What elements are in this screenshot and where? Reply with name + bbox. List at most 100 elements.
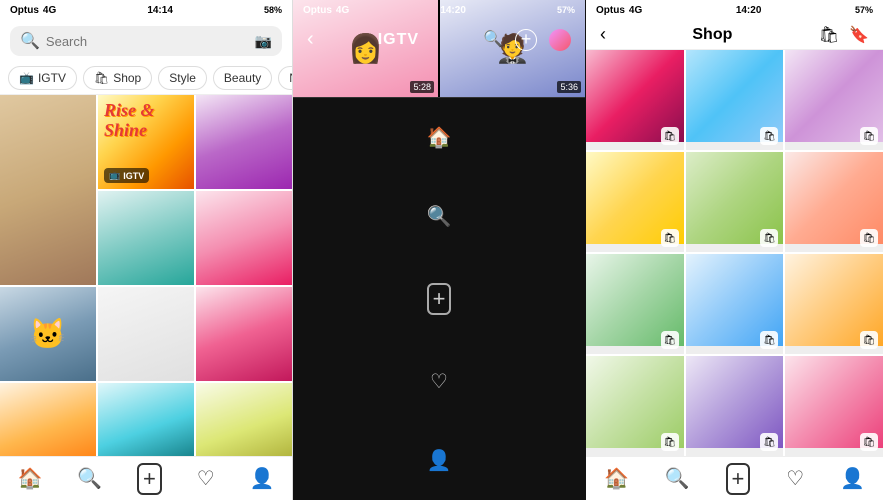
bottom-nav-2: 🏠 🔍 + ♡ 👤	[293, 97, 586, 500]
tab-style[interactable]: Style	[158, 66, 207, 90]
time-2: 14:20	[440, 5, 466, 16]
bag-icon-item: 🛍	[860, 127, 878, 145]
igtv-icon: 📺	[109, 170, 120, 181]
nav-search-2[interactable]: 🔍	[427, 204, 452, 229]
bottom-nav-1: 🏠 🔍 + ♡ 👤	[0, 456, 292, 500]
network-1: 4G	[43, 5, 56, 16]
shop-item[interactable]: 🛍	[686, 356, 784, 456]
nav-home-2[interactable]: 🏠	[427, 125, 452, 150]
shop-header: ‹ Shop 🛍 🔖	[586, 20, 883, 50]
grid-item[interactable]	[196, 95, 292, 189]
nav-profile-2[interactable]: 👤	[427, 448, 452, 473]
carrier-3: Optus	[596, 5, 625, 16]
bottom-nav-3: 🏠 🔍 + ♡ 👤	[586, 456, 883, 500]
shop-item[interactable]: 🛍	[785, 254, 883, 354]
tab-igtv[interactable]: 📺 IGTV	[8, 66, 77, 90]
igtv-badge: 📺 IGTV	[104, 168, 149, 183]
carrier-1: Optus	[10, 5, 39, 16]
search-input-wrap[interactable]: 🔍 📷	[10, 26, 282, 56]
nav-profile[interactable]: 👤	[250, 466, 275, 491]
shop-item[interactable]: 🛍	[586, 50, 684, 150]
grid-item[interactable]	[0, 95, 96, 285]
back-button-3[interactable]: ‹	[600, 24, 606, 45]
camera-icon[interactable]: 📷	[255, 33, 272, 50]
bag-icon-item: 🛍	[661, 229, 679, 247]
grid-item[interactable]	[98, 191, 194, 285]
shop-item[interactable]: 🛍	[686, 152, 784, 252]
shop-item[interactable]: 🛍	[785, 152, 883, 252]
bag-icon-item: 🛍	[860, 229, 878, 247]
phone1: Optus 4G 14:14 58% 🔍 📷 📺 IGTV 🛍 Shop Sty…	[0, 0, 293, 500]
bag-icon-item: 🛍	[760, 229, 778, 247]
bag-icon[interactable]: 🛍	[819, 25, 839, 45]
grid-item[interactable]	[196, 191, 292, 285]
bag-icon-item: 🛍	[860, 331, 878, 349]
nav-home[interactable]: 🏠	[17, 466, 42, 491]
status-bar-2: Optus 4G 14:20 57%	[293, 0, 585, 20]
search-input[interactable]	[46, 34, 249, 49]
time-3: 14:20	[736, 5, 762, 16]
battery-2: 57%	[557, 5, 575, 15]
grid-item[interactable]: 🐱	[0, 287, 96, 381]
search-icon-2[interactable]: 🔍	[483, 29, 503, 51]
bag-icon-item: 🛍	[760, 127, 778, 145]
nav-heart-2[interactable]: ♡	[430, 369, 448, 394]
time-1: 14:14	[147, 5, 173, 16]
grid-item[interactable]	[98, 383, 194, 456]
bag-icon-item: 🛍	[760, 433, 778, 451]
igtv-tab-icon: 📺	[19, 71, 34, 85]
shop-item[interactable]: 🛍	[586, 254, 684, 354]
shop-item[interactable]: 🛍	[586, 152, 684, 252]
battery-1: 58%	[264, 5, 282, 15]
nav-add[interactable]: +	[137, 463, 162, 495]
tab-shop[interactable]: 🛍 Shop	[83, 66, 152, 90]
shop-item[interactable]: 🛍	[785, 50, 883, 150]
grid-item[interactable]	[196, 287, 292, 381]
battery-3: 57%	[855, 5, 873, 15]
tab-nature[interactable]: Nature	[278, 66, 292, 90]
network-2: 4G	[336, 5, 349, 16]
nav-profile-3[interactable]: 👤	[840, 466, 865, 491]
nav-add-3[interactable]: +	[726, 463, 751, 495]
nav-add-2[interactable]: +	[427, 283, 452, 315]
thumb-duration-2: 5:36	[557, 81, 581, 93]
grid-item[interactable]: Rise &Shine 📺 IGTV	[98, 95, 194, 189]
search-icon: 🔍	[20, 31, 40, 51]
phone3: Optus 4G 14:20 57% ‹ Shop 🛍 🔖 🛍 🛍 🛍	[586, 0, 883, 500]
shop-title: Shop	[692, 26, 732, 44]
shop-header-icons: 🛍 🔖	[819, 25, 869, 45]
carrier-2: Optus	[303, 5, 332, 16]
shop-grid: 🛍 🛍 🛍 🛍 🛍 🛍 🛍 🛍	[586, 50, 883, 456]
shop-item[interactable]: 🛍	[785, 356, 883, 456]
bag-icon-item: 🛍	[661, 127, 679, 145]
grid-item[interactable]	[0, 383, 96, 456]
profile-icon-2[interactable]	[549, 29, 571, 51]
explore-grid: Rise &Shine 📺 IGTV 🐱	[0, 95, 292, 456]
bag-icon-item: 🛍	[661, 433, 679, 451]
igtv-header: ‹ IGTV 🔍 +	[293, 20, 585, 59]
tab-beauty[interactable]: Beauty	[213, 66, 272, 90]
shop-item[interactable]: 🛍	[686, 254, 784, 354]
shop-item[interactable]: 🛍	[586, 356, 684, 456]
nav-heart-3[interactable]: ♡	[786, 466, 804, 491]
grid-item[interactable]	[98, 287, 194, 381]
shop-item[interactable]: 🛍	[686, 50, 784, 150]
grid-item[interactable]	[196, 383, 292, 456]
add-icon[interactable]: +	[515, 29, 537, 51]
nav-home-3[interactable]: 🏠	[604, 466, 629, 491]
shop-tab-icon: 🛍	[94, 71, 109, 85]
thumb-duration-1: 5:28	[410, 81, 434, 93]
bag-icon-item: 🛍	[760, 331, 778, 349]
nav-heart[interactable]: ♡	[197, 466, 215, 491]
photo-grid: Rise &Shine 📺 IGTV 🐱	[0, 95, 292, 456]
tab-bar: 📺 IGTV 🛍 Shop Style Beauty Nature	[0, 62, 292, 95]
status-bar-1: Optus 4G 14:14 58%	[0, 0, 292, 20]
nav-search-3[interactable]: 🔍	[665, 466, 690, 491]
nav-search[interactable]: 🔍	[77, 466, 102, 491]
header-icons: 🔍 +	[483, 29, 571, 51]
igtv-title: IGTV	[378, 31, 419, 49]
bag-icon-item: 🛍	[661, 331, 679, 349]
status-bar-3: Optus 4G 14:20 57%	[586, 0, 883, 20]
bookmark-icon[interactable]: 🔖	[849, 25, 869, 45]
back-button[interactable]: ‹	[307, 28, 314, 51]
